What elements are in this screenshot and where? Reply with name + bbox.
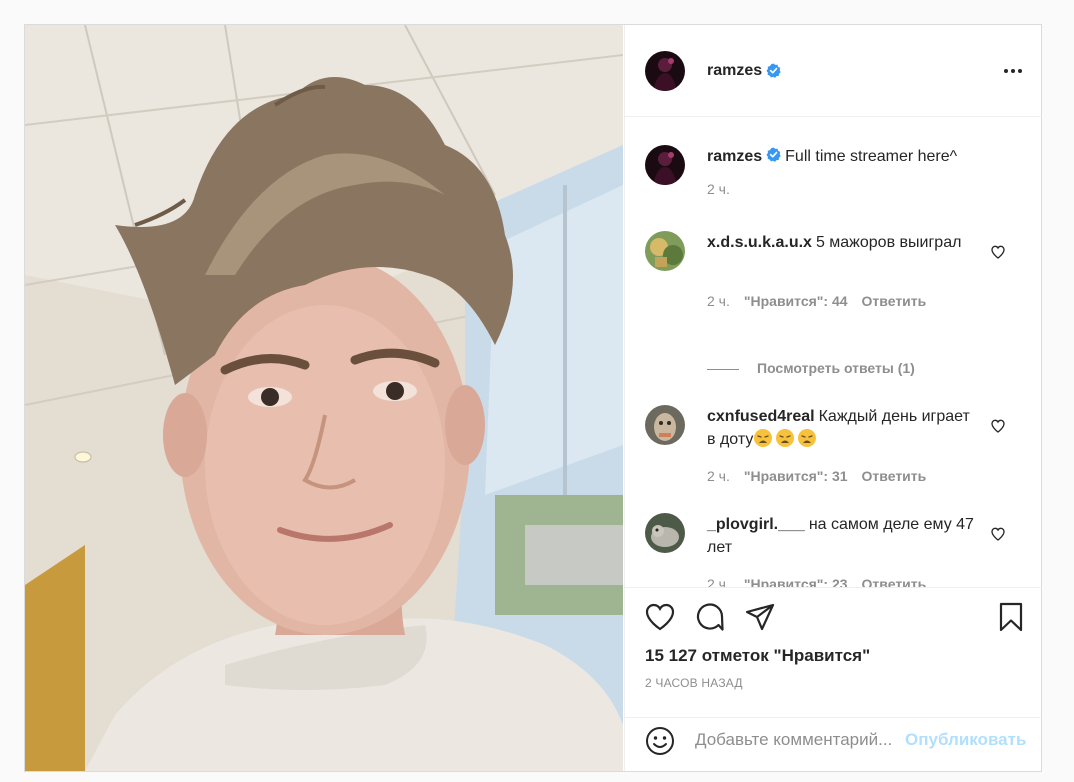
emoji-picker-icon[interactable]: [645, 726, 675, 756]
save-bookmark-icon[interactable]: [995, 601, 1027, 633]
avatar-image: [645, 513, 685, 553]
share-paper-plane-icon[interactable]: [744, 601, 776, 633]
comment-text: 5 мажоров выиграл: [815, 234, 962, 251]
comment-row: _plovgirl.___ на самом деле ему 47 лет 2 …: [625, 513, 1042, 587]
avatar-image: [645, 145, 685, 185]
comment-time[interactable]: 2 ч.: [707, 293, 730, 309]
weary-face-emoji: [754, 429, 773, 447]
author-avatar[interactable]: [645, 51, 685, 91]
more-options-icon[interactable]: [1003, 65, 1023, 77]
comment-row: x.d.s.u.k.a.u.x 5 мажоров выиграл 2 ч. "Нр…: [625, 231, 1042, 351]
weary-face-emoji-group: [753, 429, 819, 448]
post-side-panel: ramzes ramzes Full time streamer here^ 2…: [624, 25, 1042, 771]
reply-button[interactable]: Ответить: [862, 468, 927, 484]
comment-username[interactable]: _plovgirl.___: [707, 516, 805, 533]
comment-username[interactable]: cxnfused4real: [707, 408, 815, 425]
likes-count[interactable]: 15 127 отметок "Нравится": [645, 646, 870, 666]
view-replies-label: Посмотреть ответы (1): [757, 360, 915, 376]
comment-like-heart-icon[interactable]: [990, 526, 1006, 542]
comment-avatar[interactable]: [645, 405, 685, 445]
comment-meta: 2 ч. "Нравится": 31 Ответить: [707, 468, 940, 484]
like-heart-icon[interactable]: [644, 601, 676, 633]
comment-likes[interactable]: "Нравится": 44: [744, 293, 848, 309]
caption-meta: 2 ч.: [707, 181, 744, 197]
comment-likes[interactable]: "Нравится": 31: [744, 468, 848, 484]
post-time-ago[interactable]: 2 ЧАСОВ НАЗАД: [645, 676, 743, 690]
caption-avatar[interactable]: [645, 145, 685, 185]
post-actions: 15 127 отметок "Нравится" 2 ЧАСОВ НАЗАД: [625, 587, 1042, 718]
comment-bubble-icon[interactable]: [694, 601, 726, 633]
comment-meta: 2 ч. "Нравится": 44 Ответить: [707, 293, 940, 309]
verified-badge-icon: [766, 147, 781, 162]
comment-like-heart-icon[interactable]: [990, 244, 1006, 260]
reply-button[interactable]: Ответить: [862, 293, 927, 309]
caption-row: ramzes Full time streamer here^ 2 ч.: [625, 145, 1042, 225]
post-photo[interactable]: [25, 25, 623, 771]
avatar-image: [645, 51, 685, 91]
caption-text-block: ramzes Full time streamer here^: [707, 145, 1017, 168]
weary-face-emoji: [776, 429, 795, 447]
comments-list[interactable]: ramzes Full time streamer here^ 2 ч. x.d…: [625, 117, 1042, 587]
comment-text-block: cxnfused4real Каждый день играет в доту: [707, 405, 977, 451]
avatar-image: [645, 405, 685, 445]
author-username[interactable]: ramzes: [707, 62, 762, 80]
comment-likes[interactable]: "Нравится": 23: [744, 576, 848, 587]
comment-like-heart-icon[interactable]: [990, 418, 1006, 434]
reply-button[interactable]: Ответить: [862, 576, 927, 587]
comment-username[interactable]: x.d.s.u.k.a.u.x: [707, 234, 812, 251]
comment-text-block: x.d.s.u.k.a.u.x 5 мажоров выиграл: [707, 231, 977, 254]
comment-input[interactable]: [695, 724, 905, 756]
avatar-image: [645, 231, 685, 271]
comment-text-block: _plovgirl.___ на самом деле ему 47 лет: [707, 513, 977, 559]
caption-username[interactable]: ramzes: [707, 148, 762, 165]
view-replies-button[interactable]: Посмотреть ответы (1): [707, 360, 915, 376]
verified-badge-icon: [766, 63, 781, 78]
caption-text: Full time streamer here^: [785, 148, 958, 165]
add-comment-bar: Опубликовать: [625, 717, 1042, 772]
comment-avatar[interactable]: [645, 231, 685, 271]
comment-meta: 2 ч. "Нравится": 23 Ответить: [707, 576, 940, 587]
comment-row: cxnfused4real Каждый день играет в доту 2…: [625, 405, 1042, 505]
comment-avatar[interactable]: [645, 513, 685, 553]
post-header: ramzes: [625, 25, 1042, 117]
selfie-image: [25, 25, 623, 771]
post-card: ramzes ramzes Full time streamer here^ 2…: [24, 24, 1042, 772]
caption-time[interactable]: 2 ч.: [707, 181, 730, 197]
comment-time[interactable]: 2 ч.: [707, 576, 730, 587]
weary-face-emoji: [798, 429, 817, 447]
publish-button[interactable]: Опубликовать: [905, 730, 1026, 750]
replies-divider-line: [707, 368, 739, 370]
comment-time[interactable]: 2 ч.: [707, 468, 730, 484]
